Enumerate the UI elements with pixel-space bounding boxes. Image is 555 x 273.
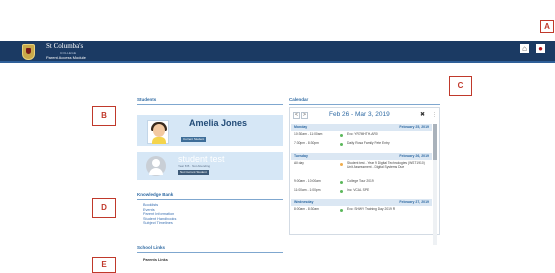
students-heading: Students: [137, 97, 157, 102]
event-status-dot: [340, 142, 343, 146]
calendar-divider: [289, 104, 440, 105]
calendar-navigation: < > Feb 26 - Mar 3, 2019 ✖ ⋮: [291, 108, 440, 123]
student-card-test[interactable]: student test Year 8 B · Not Attending No…: [137, 152, 283, 180]
student-status-badge: Not Current Student: [178, 170, 209, 175]
event-description: Exc: SHWY Training Day 2019 R: [347, 207, 396, 211]
students-divider: [137, 104, 283, 105]
school-name: St Columba's: [46, 42, 84, 50]
day-name: Wednesday: [294, 200, 314, 204]
marker-e: E: [92, 257, 116, 273]
knowledge-bank-divider: [137, 199, 283, 200]
event-status-dot: [340, 162, 343, 166]
calendar-event[interactable]: 10:30am - 11:00am Exc: YR7MHTH-AR0: [291, 132, 432, 141]
school-crest-logo: [22, 44, 35, 60]
calendar-event[interactable]: All day Student test - Year 9 Digital Te…: [291, 161, 432, 178]
marker-b: B: [92, 106, 116, 126]
notification-bell-icon[interactable]: ●: [536, 44, 545, 53]
calendar-day-header: Wednesday February 27, 2019: [291, 199, 432, 206]
calendar-heading: Calendar: [289, 97, 309, 102]
marker-c: C: [449, 76, 472, 96]
student-card-amelia[interactable]: Amelia Jones Current Student: [137, 115, 283, 146]
scrollbar-thumb[interactable]: [433, 124, 437, 160]
calendar-date-range: Feb 26 - Mar 3, 2019: [329, 111, 390, 118]
day-date: February 25, 2019: [399, 125, 429, 129]
home-icon[interactable]: ⌂: [520, 44, 529, 53]
calendar-more-icon[interactable]: ⋮: [432, 112, 437, 118]
event-time: 8:00am - 8:30am: [294, 207, 319, 211]
school-links-divider: [137, 252, 283, 253]
event-time: All day: [294, 161, 304, 165]
previous-week-button[interactable]: <: [293, 112, 300, 119]
event-status-dot: [340, 133, 343, 137]
event-status-dot: [340, 208, 343, 212]
student-name[interactable]: student test: [178, 154, 225, 164]
day-date: February 26, 2019: [399, 154, 429, 158]
calendar-tools-icon[interactable]: ✖: [420, 112, 425, 119]
student-meta: Year 8 B · Not Attending: [178, 164, 211, 168]
knowledge-bank-link[interactable]: Subject Timelines: [143, 221, 176, 226]
day-name: Tuesday: [294, 154, 308, 158]
event-description: College Tour 2019: [347, 179, 374, 183]
event-description: Inc: VCAL SPE: [347, 188, 370, 192]
calendar-event[interactable]: 7:30pm - 8:30pm Daily Rosa Family Fete E…: [291, 141, 432, 150]
event-description: Daily Rosa Family Fete Entry: [347, 141, 390, 145]
event-time: 11:00am - 1:00pm: [294, 188, 321, 192]
event-description: Exc: YR7MHTH-AR0: [347, 132, 378, 136]
school-link-item[interactable]: Parents Links: [143, 258, 168, 262]
calendar-widget: < > Feb 26 - Mar 3, 2019 ✖ ⋮ Monday Febr…: [289, 107, 440, 245]
student-name[interactable]: Amelia Jones: [189, 118, 247, 128]
event-status-dot: [340, 189, 343, 193]
knowledge-bank-heading: Knowledge Bank: [137, 192, 174, 197]
calendar-day-header: Monday February 25, 2019: [291, 124, 432, 131]
knowledge-bank-list: Booklists Events Parent Information Stud…: [143, 203, 176, 226]
calendar-event[interactable]: 8:00am - 8:30am Exc: SHWY Training Day 2…: [291, 207, 432, 216]
module-name: Parent Access Module: [46, 55, 86, 60]
marker-d: D: [92, 198, 116, 218]
calendar-event[interactable]: 11:00am - 1:00pm Inc: VCAL SPE: [291, 188, 432, 197]
student-status-badge: Current Student: [181, 137, 207, 142]
event-status-dot: [340, 180, 343, 184]
calendar-event[interactable]: 9:00am - 10:00am College Tour 2019: [291, 179, 432, 188]
default-avatar-icon: [146, 156, 166, 176]
calendar-day-header: Tuesday February 26, 2019: [291, 153, 432, 160]
next-week-button[interactable]: >: [301, 112, 308, 119]
day-date: February 27, 2019: [399, 200, 429, 204]
event-time: 10:30am - 11:00am: [294, 132, 323, 136]
calendar-scrollbar[interactable]: [433, 124, 437, 245]
event-time: 9:00am - 10:00am: [294, 179, 321, 183]
day-name: Monday: [294, 125, 308, 129]
top-navigation-bar: St Columba's COLLEGE Parent Access Modul…: [0, 41, 555, 63]
student-photo: [147, 120, 169, 144]
marker-a: A: [540, 20, 554, 33]
event-description: Student test - Year 9 Digital Technologi…: [347, 161, 425, 169]
event-time: 7:30pm - 8:30pm: [294, 141, 319, 145]
school-links-heading: School Links: [137, 245, 166, 250]
